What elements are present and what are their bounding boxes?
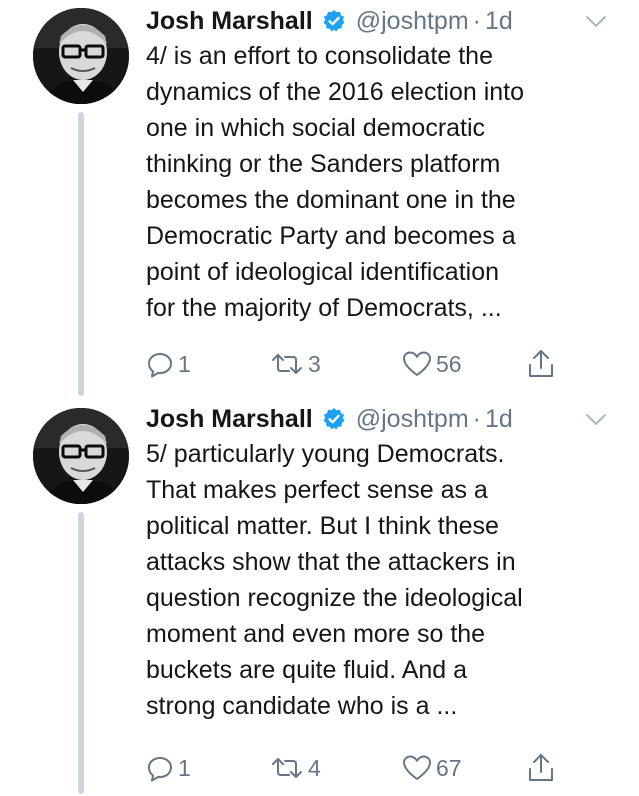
share-icon [526,348,556,380]
tweet-header: Josh Marshall @joshtpm · 1d [146,4,513,38]
tweet-text-line: thinking or the Sanders platform [146,150,501,178]
tweet-text-line: attacks show that the attackers in [146,548,516,576]
author-name[interactable]: Josh Marshall [146,7,313,36]
heart-icon [402,754,432,782]
tweet-text-line: question recognize the ideological [146,584,523,612]
tweet-text-line: strong candidate who is a ... [146,692,458,720]
tweet-text-line: 5/ particularly young Democrats. [146,440,505,468]
share-button[interactable] [526,748,556,788]
retweet-icon [270,350,304,378]
author-handle[interactable]: @joshtpm [356,7,469,36]
retweet-button[interactable]: 3 [270,344,321,384]
retweet-count: 3 [308,350,321,377]
tweet[interactable]: Josh Marshall @joshtpm · 1d 5/ particula… [0,398,639,796]
retweet-icon [270,754,304,782]
share-icon [526,752,556,784]
like-button[interactable]: 56 [402,344,462,384]
timestamp[interactable]: 1d [485,405,513,434]
reply-icon [146,350,174,378]
like-button[interactable]: 67 [402,748,462,788]
tweet-header: Josh Marshall @joshtpm · 1d [146,402,513,436]
tweet-text-line: point of ideological identification [146,258,500,286]
tweet-text-line: dynamics of the 2016 election into [146,78,525,106]
verified-badge-icon [322,407,346,431]
verified-badge-icon [322,9,346,33]
share-button[interactable] [526,344,556,384]
author-handle[interactable]: @joshtpm [356,405,469,434]
tweet-text-line: political matter. But I think these [146,512,499,540]
reply-count: 1 [178,350,191,377]
tweet-text-line: 4/ is an effort to consolidate the [146,42,493,70]
timestamp[interactable]: 1d [485,7,513,36]
tweet[interactable]: Josh Marshall @joshtpm · 1d 4/ is an eff… [0,0,639,398]
avatar[interactable] [33,408,129,504]
separator-dot: · [472,404,481,433]
tweet-text-line: buckets are quite fluid. And a [146,656,468,684]
like-count: 67 [436,754,462,781]
avatar-image [33,8,129,104]
avatar-image [33,408,129,504]
tweet-text: 5/ particularly young Democrats. That ma… [146,436,626,724]
reply-count: 1 [178,754,191,781]
reply-icon [146,754,174,782]
chevron-down-icon[interactable] [584,412,608,428]
retweet-button[interactable]: 4 [270,748,321,788]
tweet-text: 4/ is an effort to consolidate the dynam… [146,38,626,326]
tweet-actions: 1 4 67 [0,748,639,788]
like-count: 56 [436,350,462,377]
tweet-text-line: moment and even more so the [146,620,486,648]
tweet-text-line: for the majority of Democrats, ... [146,294,502,322]
separator-dot: · [472,6,481,35]
avatar[interactable] [33,8,129,104]
reply-button[interactable]: 1 [146,344,191,384]
heart-icon [402,350,432,378]
reply-button[interactable]: 1 [146,748,191,788]
author-name[interactable]: Josh Marshall [146,405,313,434]
chevron-down-icon[interactable] [584,14,608,30]
tweet-text-line: becomes the dominant one in the [146,186,516,214]
tweet-text-line: Democratic Party and becomes a [146,222,516,250]
tweet-text-line: That makes perfect sense as a [146,476,488,504]
retweet-count: 4 [308,754,321,781]
tweet-actions: 1 3 56 [0,344,639,384]
tweet-text-line: one in which social democratic [146,114,486,142]
